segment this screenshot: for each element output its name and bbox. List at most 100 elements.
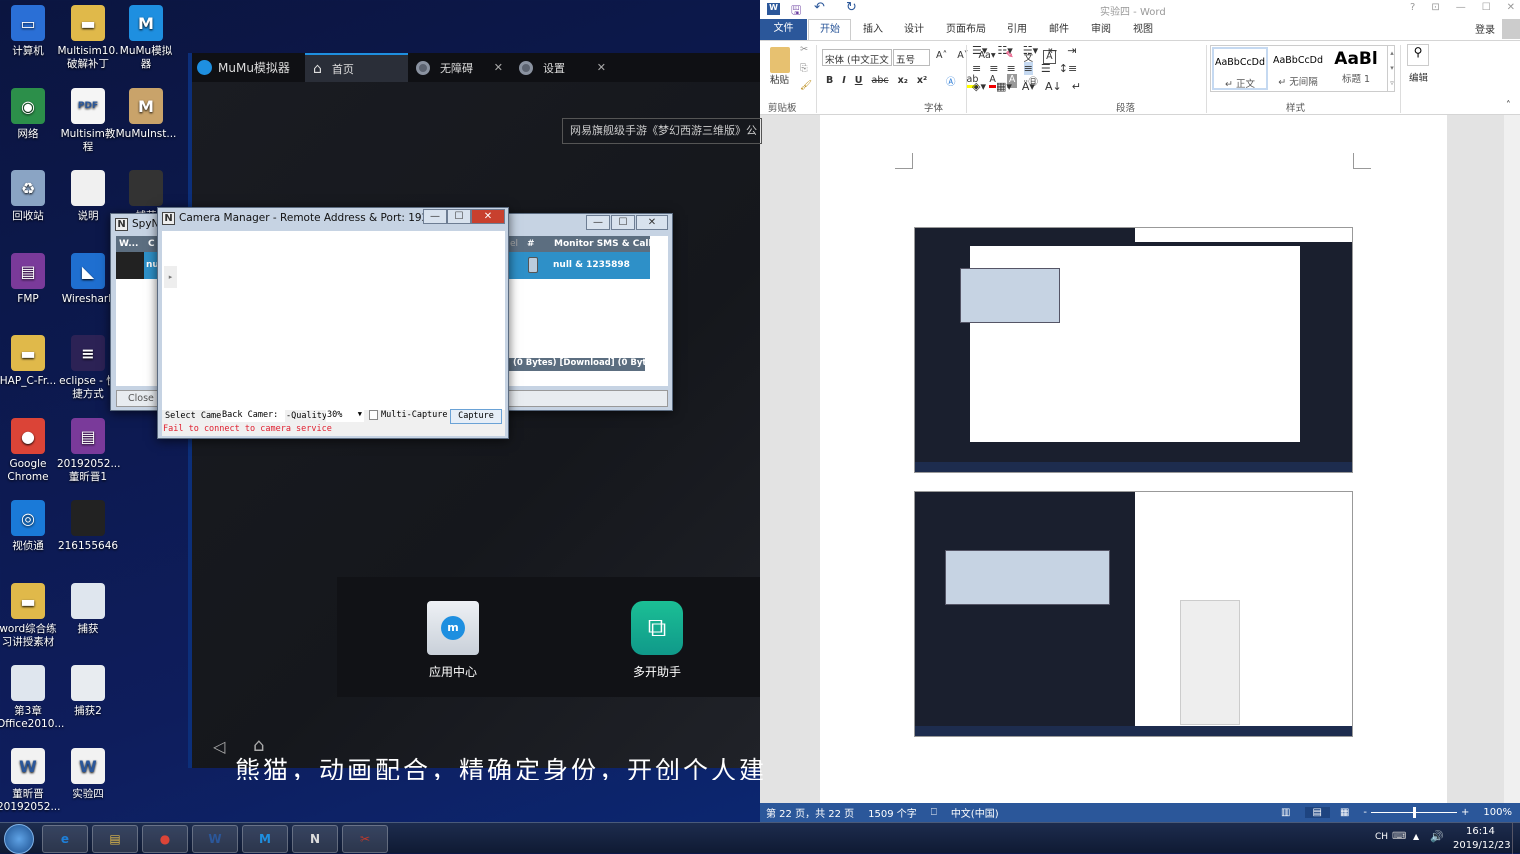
style-1[interactable]: AaBbCcDd ↵ 无间隔 bbox=[1270, 47, 1326, 90]
desktop-icon[interactable]: ◉ 网络 bbox=[0, 88, 59, 141]
tab-1[interactable]: 插入 bbox=[863, 20, 883, 35]
zoom-in-button[interactable]: + bbox=[1461, 807, 1469, 818]
tab-file[interactable]: 文件 bbox=[760, 19, 807, 40]
paste-icon[interactable] bbox=[770, 47, 790, 73]
undo-icon[interactable]: ↶ bbox=[814, 0, 825, 15]
column-header[interactable]: # bbox=[523, 236, 548, 252]
paste-button[interactable]: 粘贴 bbox=[770, 72, 789, 86]
column-header[interactable]: C bbox=[144, 236, 158, 252]
desktop-icon[interactable]: 216155646 bbox=[57, 500, 119, 553]
volume-icon[interactable]: 🔊 bbox=[1430, 830, 1444, 843]
desktop-icon[interactable]: ● Google Chrome bbox=[0, 418, 59, 484]
tab-accessibility[interactable]: 无障碍 ✕ bbox=[408, 53, 511, 82]
desktop-icon[interactable]: M MuMuInst... bbox=[115, 88, 177, 141]
taskbar-mumu-button[interactable]: M bbox=[242, 825, 288, 853]
camera-select[interactable]: Back Camer: bbox=[221, 409, 285, 422]
desktop-icon[interactable]: ▬ HAP_C-Fr... bbox=[0, 335, 59, 388]
bold-button[interactable]: B bbox=[826, 75, 833, 86]
tab-4[interactable]: 引用 bbox=[1007, 20, 1027, 35]
multilevel-list-icon[interactable]: ☵▾ bbox=[1023, 44, 1038, 57]
zoom-thumb[interactable] bbox=[1413, 807, 1417, 818]
superscript-button[interactable]: x² bbox=[917, 75, 927, 86]
grow-font-icon[interactable]: A˄ bbox=[936, 50, 947, 64]
desktop-icon[interactable]: ◎ 视侦通 bbox=[0, 500, 59, 553]
desktop-icon[interactable]: M MuMu模拟器 bbox=[115, 5, 177, 71]
bullets-icon[interactable]: ☰▾ bbox=[972, 44, 987, 57]
table-cell[interactable]: nu bbox=[144, 252, 158, 279]
taskbar-chrome-button[interactable]: ● bbox=[142, 825, 188, 853]
proofing-icon[interactable]: ⎕ bbox=[931, 807, 937, 818]
minimize-button[interactable]: — bbox=[586, 215, 610, 230]
style-0[interactable]: AaBbCcDd ↵ 正文 bbox=[1212, 47, 1268, 90]
desktop-icon[interactable]: ▬ word综合练习讲授素材 bbox=[0, 583, 59, 649]
word-count[interactable]: 1509 个字 bbox=[868, 805, 917, 820]
zoom-slider[interactable] bbox=[1371, 807, 1458, 818]
taskbar-word-button[interactable]: W bbox=[192, 825, 238, 853]
styles-scroll[interactable]: ▴ ▾ ▿ bbox=[1387, 46, 1396, 91]
vertical-scrollbar[interactable] bbox=[1504, 115, 1520, 803]
tab-2[interactable]: 设计 bbox=[904, 20, 924, 35]
web-layout-icon[interactable]: ▦ bbox=[1340, 807, 1349, 818]
start-button[interactable] bbox=[4, 824, 34, 854]
line-spacing-icon[interactable]: ↕≡ bbox=[1059, 62, 1077, 75]
expand-arrow-icon[interactable]: ▸ bbox=[164, 266, 177, 288]
shading-icon[interactable]: ◈▾ bbox=[972, 80, 986, 93]
clock-date[interactable]: 2019/12/23 bbox=[1453, 840, 1511, 851]
subscript-button[interactable]: x₂ bbox=[898, 75, 908, 86]
decrease-indent-icon[interactable]: ⇤ bbox=[1048, 44, 1057, 57]
close-tab-icon[interactable]: ✕ bbox=[597, 61, 606, 74]
maximize-button[interactable]: ☐ bbox=[611, 215, 635, 230]
close-tab-icon[interactable]: ✕ bbox=[494, 61, 503, 74]
sort-icon[interactable]: A↓ bbox=[1045, 80, 1062, 93]
font-size-select[interactable]: 五号 bbox=[893, 49, 930, 66]
chinese-layout-icon[interactable]: Ä▾ bbox=[1022, 80, 1035, 93]
taskbar-ie-button[interactable]: e bbox=[42, 825, 88, 853]
notice-banner[interactable]: 网易旗舰级手游《梦幻西游三维版》公 bbox=[562, 118, 762, 144]
desktop-icon[interactable]: W 实验四 bbox=[57, 748, 119, 801]
desktop-icon[interactable]: 第3章 Office2010... bbox=[0, 665, 64, 731]
tab-7[interactable]: 视图 bbox=[1133, 20, 1153, 35]
taskbar-snipping-tool-button[interactable]: ✂ bbox=[342, 825, 388, 853]
tab-settings[interactable]: 设置 ✕ bbox=[511, 53, 614, 82]
maximize-button[interactable]: ☐ bbox=[1482, 2, 1491, 13]
align-center-icon[interactable]: ≡ bbox=[989, 62, 998, 75]
quality-select[interactable]: 30% ▼ bbox=[326, 409, 364, 422]
tab-0[interactable]: 开始 bbox=[820, 20, 840, 35]
back-button[interactable]: ◁ bbox=[213, 737, 225, 756]
underline-button[interactable]: U bbox=[855, 75, 863, 86]
column-header[interactable]: el bbox=[509, 236, 523, 252]
show-marks-icon[interactable]: ↵ bbox=[1072, 80, 1081, 93]
capture-button[interactable]: Capture bbox=[450, 409, 502, 424]
text-effects-icon[interactable]: Ⓐ bbox=[946, 74, 956, 88]
desktop-icon[interactable]: ▭ 计算机 bbox=[0, 5, 59, 58]
multi-capture-checkbox[interactable] bbox=[369, 410, 378, 420]
desktop-icon[interactable]: ♻ 回收站 bbox=[0, 170, 59, 223]
maximize-button[interactable]: ☐ bbox=[447, 209, 471, 224]
language[interactable]: 中文(中国) bbox=[951, 805, 999, 820]
show-desktop-button[interactable] bbox=[1512, 823, 1520, 854]
desktop-icon[interactable]: ▤ FMP bbox=[0, 253, 59, 306]
help-button[interactable]: ? bbox=[1410, 2, 1415, 13]
ribbon-display-button[interactable]: ⊡ bbox=[1431, 2, 1439, 13]
desktop-icon[interactable]: PDF Multisim教程 bbox=[57, 88, 119, 154]
increase-indent-icon[interactable]: ⇥ bbox=[1067, 44, 1076, 57]
strikethrough-button[interactable]: abc bbox=[872, 75, 889, 86]
desktop-icon[interactable]: 捕获2 bbox=[57, 665, 119, 718]
ime-indicator[interactable]: CH bbox=[1375, 832, 1388, 842]
minimize-button[interactable]: — bbox=[423, 209, 447, 224]
keyboard-icon[interactable]: ⌨ bbox=[1392, 831, 1406, 842]
print-layout-icon[interactable]: ▤ bbox=[1304, 807, 1330, 818]
redo-icon[interactable]: ↻ bbox=[846, 0, 857, 15]
avatar[interactable] bbox=[1502, 19, 1520, 39]
taskbar-explorer-button[interactable]: ▤ bbox=[92, 825, 138, 853]
italic-button[interactable]: I bbox=[842, 75, 846, 86]
desktop-icon[interactable]: ▤ 20192052... 董昕晋1 bbox=[57, 418, 120, 484]
copy-icon[interactable]: ⎘ bbox=[800, 63, 808, 74]
borders-icon[interactable]: ▦▾ bbox=[996, 80, 1012, 93]
clock-time[interactable]: 16:14 bbox=[1466, 826, 1495, 837]
desktop-icon[interactable]: ▬ Multisim10.破解补丁 bbox=[57, 5, 119, 71]
collapse-ribbon-icon[interactable]: ˄ bbox=[1506, 100, 1511, 111]
close-button[interactable]: ✕ bbox=[636, 215, 668, 230]
app-center[interactable]: m 应用中心 bbox=[413, 601, 493, 680]
align-right-icon[interactable]: ≡ bbox=[1006, 62, 1015, 75]
